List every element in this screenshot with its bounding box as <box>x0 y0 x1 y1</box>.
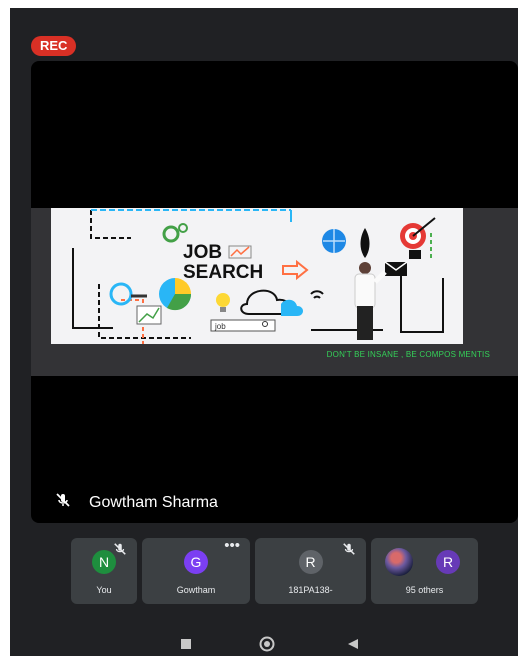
participant-tile-you[interactable]: N You <box>71 538 137 604</box>
participant-label: Gowtham <box>176 585 216 595</box>
participant-tile-others[interactable]: R 95 others <box>371 538 478 604</box>
mic-off-icon <box>114 543 126 555</box>
participant-strip: N You ••• G Gowtham R 181PA138- R 95 oth… <box>71 538 478 604</box>
avatar: R <box>436 550 460 574</box>
shared-slide: JOB SEARCH job <box>51 208 463 344</box>
mic-off-icon <box>343 543 355 555</box>
screen-share[interactable]: JOB SEARCH job DON'T BE INSANE , BE COMP… <box>31 208 518 376</box>
back-icon[interactable] <box>346 638 360 650</box>
slide-title-line1: JOB <box>183 242 222 263</box>
participant-label: You <box>96 585 112 595</box>
participant-label: 95 others <box>405 585 444 595</box>
active-speaker: Gowtham Sharma <box>55 492 218 513</box>
search-box-text: job <box>214 322 226 331</box>
meeting-screen: REC JOB SEARCH job DON'T BE INSANE , BE … <box>10 8 518 656</box>
recents-icon[interactable] <box>180 638 192 650</box>
participant-label: 181PA138- <box>288 585 333 595</box>
home-icon[interactable] <box>258 636 276 652</box>
avatar: N <box>92 550 116 574</box>
participant-photo <box>385 548 413 576</box>
more-options-icon[interactable]: ••• <box>224 538 240 553</box>
recording-badge: REC <box>31 36 77 56</box>
slide-caption: DON'T BE INSANE , BE COMPOS MENTIS <box>326 350 490 359</box>
mic-off-icon <box>55 492 71 513</box>
speaker-name: Gowtham Sharma <box>89 493 218 511</box>
main-stage[interactable]: JOB SEARCH job DON'T BE INSANE , BE COMP… <box>31 61 518 523</box>
participant-tile-181pa138[interactable]: R 181PA138- <box>255 538 366 604</box>
slide-title-line2: SEARCH <box>183 262 263 283</box>
avatar: R <box>298 550 323 574</box>
participant-tile-gowtham[interactable]: ••• G Gowtham <box>142 538 250 604</box>
avatar: G <box>184 550 208 574</box>
system-nav-bar <box>10 636 518 656</box>
